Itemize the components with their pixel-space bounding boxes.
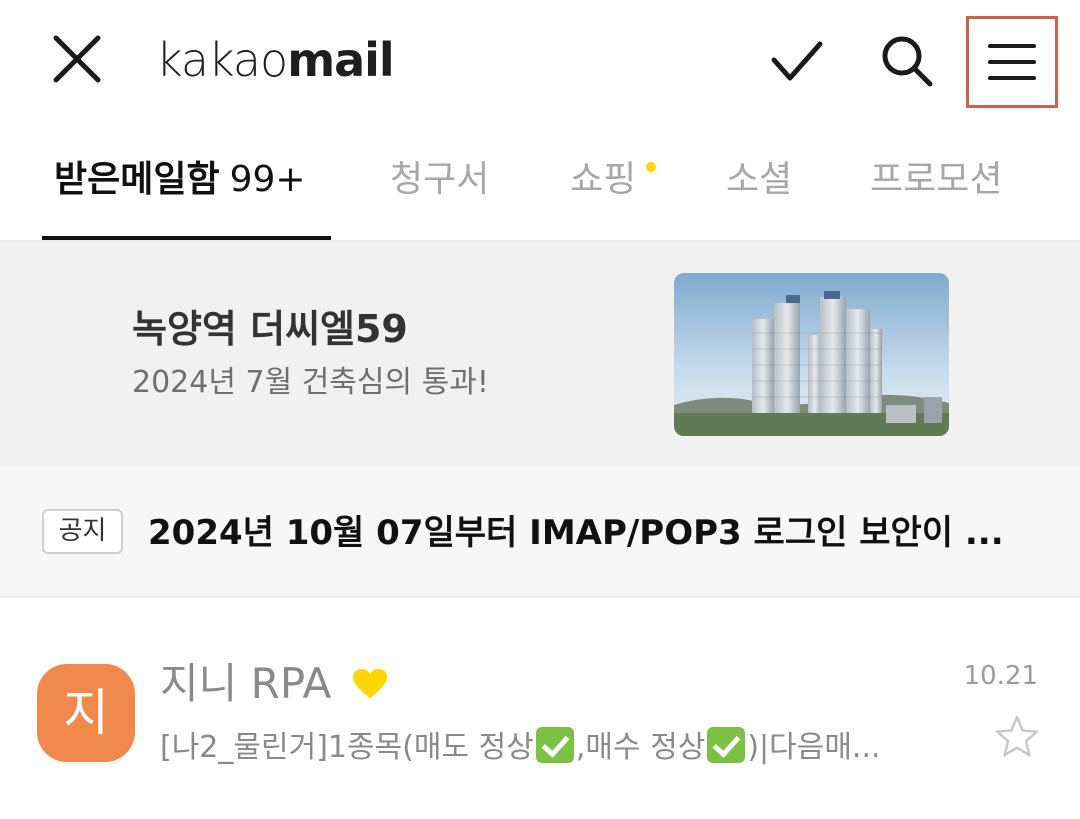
tab-inbox-label: 받은메일함 bbox=[54, 159, 220, 200]
mail-date: 10.21 bbox=[963, 661, 1038, 691]
tab-social-label: 소셜 bbox=[726, 159, 793, 200]
check-mark-emoji-icon bbox=[707, 727, 746, 763]
search-button[interactable] bbox=[878, 32, 936, 90]
subject-part-1: [나2_물린거]1종목(매도 정상 bbox=[160, 730, 534, 765]
star-icon bbox=[995, 715, 1039, 757]
menu-button[interactable] bbox=[966, 16, 1058, 108]
banner-subtitle: 2024년 7월 건축심의 통과! bbox=[132, 365, 489, 400]
sender-avatar: 지 bbox=[37, 664, 135, 762]
notice-bar[interactable]: 공지 2024년 10월 07일부터 IMAP/POP3 로그인 보안이 ... bbox=[0, 466, 1080, 598]
close-button[interactable] bbox=[48, 30, 108, 90]
check-icon bbox=[771, 41, 823, 81]
logo-bold-text: mail bbox=[287, 33, 395, 87]
app-header: kakao mail bbox=[0, 0, 1080, 120]
heart-icon bbox=[353, 669, 387, 698]
tab-social[interactable]: 소셜 bbox=[726, 152, 792, 208]
tab-bills-label: 청구서 bbox=[390, 159, 490, 200]
tab-inbox[interactable]: 받은메일함 99+ bbox=[54, 152, 306, 208]
subject-part-3: )|다음매... bbox=[747, 730, 881, 765]
notice-text: 2024년 10월 07일부터 IMAP/POP3 로그인 보안이 ... bbox=[148, 513, 1004, 553]
tab-bills[interactable]: 청구서 bbox=[390, 152, 489, 208]
banner-title: 녹양역 더씨엘59 bbox=[132, 307, 408, 351]
tab-promotion[interactable]: 프로모션 bbox=[870, 152, 1002, 208]
notice-badge: 공지 bbox=[42, 509, 123, 554]
new-indicator-dot bbox=[646, 162, 656, 172]
star-button[interactable] bbox=[994, 714, 1040, 760]
banner-image bbox=[674, 273, 949, 436]
select-mode-button[interactable] bbox=[768, 34, 826, 88]
ad-banner[interactable]: 녹양역 더씨엘59 2024년 7월 건축심의 통과! bbox=[0, 242, 1080, 466]
kakaomail-logo: kakao mail bbox=[156, 30, 395, 90]
active-tab-indicator bbox=[42, 236, 331, 240]
menu-icon bbox=[988, 44, 1036, 80]
tab-promotion-label: 프로모션 bbox=[870, 159, 1003, 200]
sender-name: 지니 RPA bbox=[160, 659, 332, 708]
subject-part-2: ,매수 정상 bbox=[575, 730, 706, 765]
apartment-illustration bbox=[674, 273, 949, 436]
tab-shopping-label: 쇼핑 bbox=[570, 159, 637, 200]
logo-light-text: kakao bbox=[156, 33, 288, 87]
search-icon bbox=[882, 36, 933, 87]
mailbox-tabs: 받은메일함 99+ 청구서 쇼핑 소셜 프로모션 bbox=[0, 120, 1080, 242]
tab-inbox-count: 99+ bbox=[229, 159, 306, 200]
mail-list-item[interactable]: 지 지니 RPA 10.21 [나2_물린거]1종목(매도 정상 ,매수 정상 )|… bbox=[0, 600, 1080, 819]
mail-subject: [나2_물린거]1종목(매도 정상 ,매수 정상 )|다음매... bbox=[160, 724, 970, 772]
check-mark-emoji-icon bbox=[535, 727, 574, 763]
close-icon bbox=[53, 35, 101, 83]
tab-shopping[interactable]: 쇼핑 bbox=[570, 152, 656, 208]
